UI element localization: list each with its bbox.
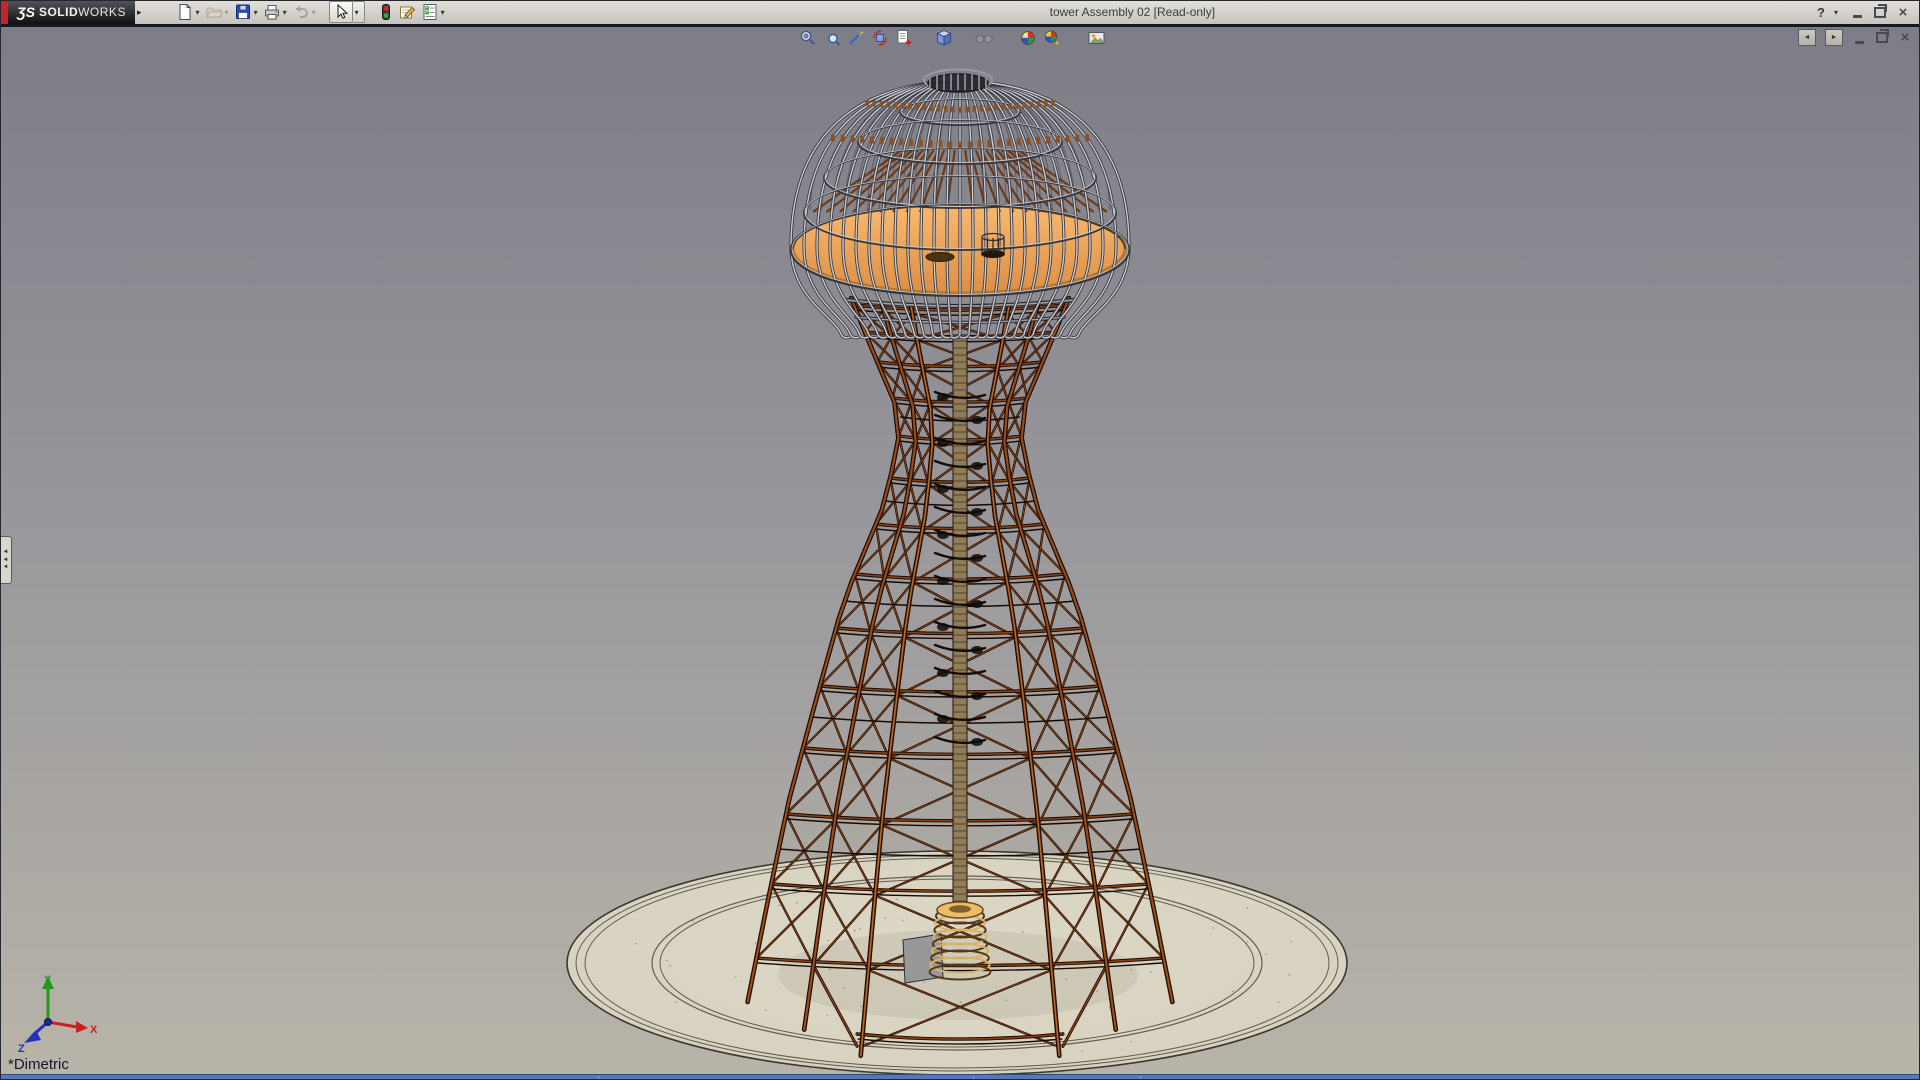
close-button[interactable]: ×	[1896, 4, 1910, 20]
edit-appearance-button[interactable]	[1016, 28, 1040, 48]
title-bar: ƷS SOLIDWORKS ▸ ▾ ▾ ▾	[0, 0, 1920, 25]
select-cursor-icon	[332, 3, 350, 21]
status-divider	[973, 1076, 974, 1080]
solidworks-logo: ƷS SOLIDWORKS	[8, 0, 135, 24]
logo-red-stripe	[0, 0, 8, 24]
z-axis-label: Z	[18, 1043, 25, 1054]
rotate-view-button[interactable]	[868, 28, 892, 48]
open-folder-icon	[205, 3, 223, 21]
hide-show-glasses-icon	[975, 29, 994, 47]
annotations-icon	[895, 29, 913, 47]
window-title: tower Assembly 02 [Read-only]	[448, 5, 1817, 19]
x-axis-label: X	[90, 1024, 98, 1036]
model-viewport[interactable]	[0, 0, 1920, 1080]
edit-annotation-icon	[398, 3, 417, 21]
select-tool-caret[interactable]: ▾	[353, 1, 365, 23]
feature-manager-collapsed-tab[interactable]: ◄ ◄ ◄	[0, 536, 12, 584]
new-document-button[interactable]	[174, 2, 196, 22]
view-settings-icon	[1087, 29, 1106, 47]
zoom-to-area-icon	[823, 29, 841, 47]
design-checker-button[interactable]	[419, 2, 441, 22]
doc-restore-button[interactable]	[1875, 30, 1889, 46]
design-checker-icon	[421, 3, 439, 21]
undo-icon	[292, 3, 310, 21]
status-bar	[0, 1074, 1920, 1080]
view-orientation-label: *Dimetric	[8, 1056, 69, 1073]
view-traffic-light-icon	[377, 3, 395, 21]
panel-arrow-icon: ◄	[3, 549, 9, 556]
rotate-view-icon	[871, 29, 889, 47]
help-caret[interactable]: ▾	[1834, 8, 1838, 17]
brand-name-works: WORKS	[78, 5, 126, 19]
doc-close-button[interactable]: ×	[1898, 30, 1912, 46]
doc-minimize-button[interactable]	[1852, 30, 1866, 46]
panel-arrow-icon: ◄	[3, 557, 9, 564]
section-view-icon	[847, 29, 865, 47]
view-orientation-button[interactable]	[932, 28, 956, 48]
main-toolbar: ▾ ▾ ▾ ▾	[174, 1, 448, 23]
new-document-icon	[176, 3, 194, 21]
traffic-light-button[interactable]	[375, 2, 397, 22]
new-document-caret[interactable]: ▾	[196, 8, 200, 17]
panel-arrow-icon: ◄	[3, 564, 9, 571]
zoom-to-area-button[interactable]	[820, 28, 844, 48]
view-settings-button[interactable]	[1084, 28, 1108, 48]
hide-show-items-button[interactable]	[972, 28, 996, 48]
document-window-controls: ◄ ► ×	[1798, 29, 1912, 46]
minimize-button[interactable]	[1850, 4, 1864, 20]
y-axis-label: Y	[44, 974, 52, 986]
undo-caret: ▾	[312, 8, 316, 17]
pane-collapse-left-button[interactable]: ◄	[1798, 29, 1816, 46]
annotations-button[interactable]	[892, 28, 916, 48]
print-button[interactable]	[261, 2, 283, 22]
pane-collapse-right-button[interactable]: ►	[1825, 29, 1843, 46]
status-divider	[598, 1076, 599, 1080]
apply-scene-button[interactable]	[1040, 28, 1064, 48]
zoom-to-fit-button[interactable]	[796, 28, 820, 48]
edit-appearance-ball-icon	[1019, 29, 1037, 47]
view-orientation-cube-icon	[935, 29, 953, 47]
section-view-button[interactable]	[844, 28, 868, 48]
solidworks-logo-glyph: ƷS	[17, 4, 35, 20]
restore-button[interactable]	[1873, 4, 1887, 20]
print-caret[interactable]: ▾	[283, 8, 287, 17]
undo-button[interactable]	[290, 2, 312, 22]
edit-annotation-button[interactable]	[397, 2, 419, 22]
apply-scene-icon	[1043, 29, 1061, 47]
brand-name-solid: SOLID	[39, 5, 78, 19]
reference-triad: Y X Z	[10, 972, 105, 1054]
save-caret[interactable]: ▾	[254, 8, 258, 17]
help-button[interactable]: ?	[1817, 5, 1825, 20]
zoom-to-fit-icon	[799, 29, 817, 47]
platform-hatch	[926, 253, 954, 262]
save-floppy-icon	[234, 3, 252, 21]
print-icon	[263, 3, 281, 21]
open-button[interactable]	[203, 2, 225, 22]
heads-up-toolbar	[796, 28, 1108, 48]
save-button[interactable]	[232, 2, 254, 22]
status-divider	[1140, 1076, 1141, 1080]
x-axis-arrow	[76, 1021, 88, 1033]
select-tool-button[interactable]	[329, 1, 353, 23]
menu-separator	[0, 24, 1920, 27]
toolbar-overflow-arrow[interactable]: ▸	[137, 7, 142, 18]
design-checker-caret[interactable]: ▾	[441, 8, 445, 17]
open-caret: ▾	[225, 8, 229, 17]
